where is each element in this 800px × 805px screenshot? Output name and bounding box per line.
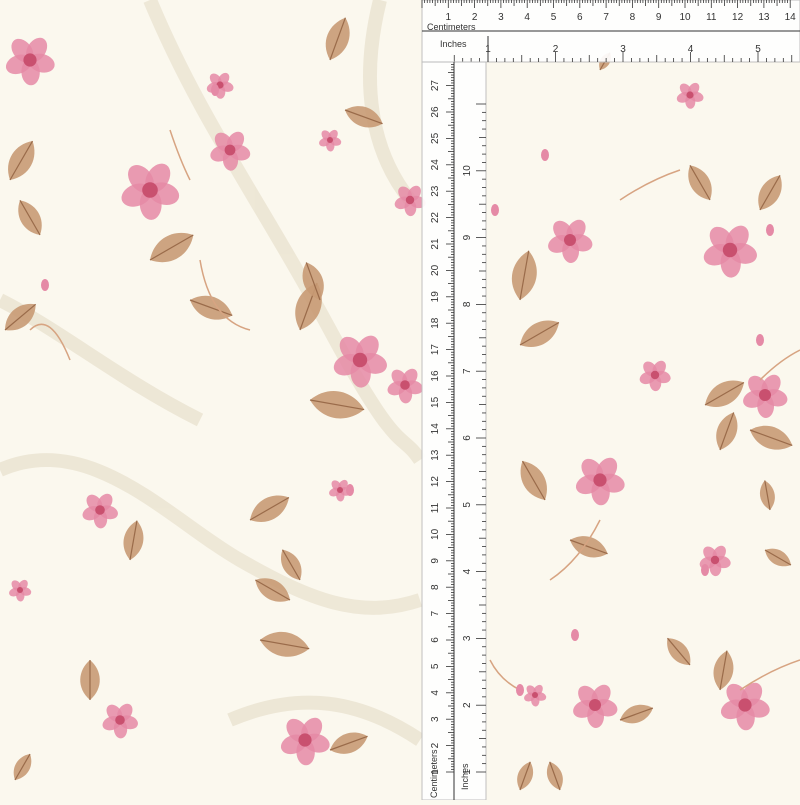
inch-tick-label: 5 xyxy=(755,44,761,55)
cm-tick-label: 4 xyxy=(430,690,441,696)
cm-tick-label: 3 xyxy=(498,12,504,23)
cm-tick-label: 18 xyxy=(430,317,441,329)
cm-tick-label: 2 xyxy=(430,742,441,748)
cm-tick-label: 5 xyxy=(551,12,557,23)
cm-tick-label: 22 xyxy=(430,212,441,224)
cm-tick-label: 8 xyxy=(430,584,441,590)
bud-motif xyxy=(701,564,709,576)
inch-tick-label: 4 xyxy=(462,568,473,574)
centimeters-label: Centimeters xyxy=(427,22,476,32)
bud-motif xyxy=(346,484,354,496)
cm-tick-label: 12 xyxy=(732,12,744,23)
cm-tick-label: 17 xyxy=(430,344,441,356)
cm-tick-label: 12 xyxy=(430,476,441,488)
inch-tick-label: 10 xyxy=(462,165,473,177)
inch-tick-label: 1 xyxy=(485,44,491,55)
cm-tick-label: 14 xyxy=(430,423,441,435)
fabric-photo: 1 2 3 4 5 6 7 8 9 10 11 12 13 14 Centimeters 1 2 3 4 5 Inche… xyxy=(0,0,800,801)
fabric-background xyxy=(0,0,800,800)
inches-label: Inches xyxy=(440,39,467,49)
inch-tick-label: 2 xyxy=(462,702,473,708)
cm-tick-label: 14 xyxy=(785,12,797,23)
inch-tick-label: 8 xyxy=(462,301,473,307)
cm-tick-label: 7 xyxy=(603,12,609,23)
cm-tick-label: 11 xyxy=(430,502,441,513)
cm-tick-label: 16 xyxy=(430,370,441,382)
inch-tick-label: 7 xyxy=(462,368,473,374)
inch-tick-label: 9 xyxy=(462,234,473,240)
bud-motif xyxy=(571,629,579,641)
horizontal-ruler: 1 2 3 4 5 6 7 8 9 10 11 12 13 14Centimeters1 2 3 4 5Inche… xyxy=(421,0,800,63)
inch-tick-label: 5 xyxy=(462,502,473,508)
inches-label: Inches xyxy=(460,763,470,790)
bud-motif xyxy=(756,334,764,346)
cm-tick-label: 6 xyxy=(430,637,441,643)
bud-motif xyxy=(766,224,774,236)
cm-tick-label: 11 xyxy=(706,12,717,23)
inch-tick-label: 3 xyxy=(462,635,473,641)
cm-tick-label: 24 xyxy=(430,159,441,171)
cm-tick-label: 13 xyxy=(758,12,770,23)
bud-motif xyxy=(491,204,499,216)
cm-tick-label: 9 xyxy=(656,12,662,23)
inch-tick-label: 4 xyxy=(688,44,694,55)
cm-tick-label: 5 xyxy=(430,663,441,669)
inch-tick-label: 2 xyxy=(553,44,559,55)
inch-tick-label: 3 xyxy=(620,44,626,55)
cm-tick-label: 9 xyxy=(430,558,441,564)
cm-tick-label: 10 xyxy=(430,528,441,540)
fabric-image: 1 2 3 4 5 6 7 8 9 10 11 12 13 14Centimeters1 2 3 4 5Inche… xyxy=(0,0,800,801)
cm-tick-label: 20 xyxy=(430,264,441,276)
cm-tick-label: 3 xyxy=(430,716,441,722)
cm-tick-label: 15 xyxy=(430,396,441,408)
cm-tick-label: 4 xyxy=(524,12,530,23)
cm-tick-label: 26 xyxy=(430,106,441,118)
cm-tick-label: 13 xyxy=(430,449,441,461)
bud-motif xyxy=(541,149,549,161)
cm-tick-label: 10 xyxy=(679,12,691,23)
cm-tick-label: 19 xyxy=(430,291,441,303)
cm-tick-label: 6 xyxy=(577,12,583,23)
cm-tick-label: 21 xyxy=(430,238,441,250)
centimeters-label: Centimeters xyxy=(429,749,439,798)
vertical-ruler: 1234567891011121314151617181920212223242… xyxy=(421,61,487,801)
cm-tick-label: 25 xyxy=(430,132,441,144)
bud-motif xyxy=(41,279,49,291)
cm-tick-label: 8 xyxy=(630,12,636,23)
cm-tick-label: 7 xyxy=(430,610,441,616)
bud-motif xyxy=(516,684,524,696)
bud-motif xyxy=(211,84,219,96)
cm-tick-label: 27 xyxy=(430,80,441,92)
cm-tick-label: 23 xyxy=(430,185,441,197)
inch-tick-label: 6 xyxy=(462,435,473,441)
